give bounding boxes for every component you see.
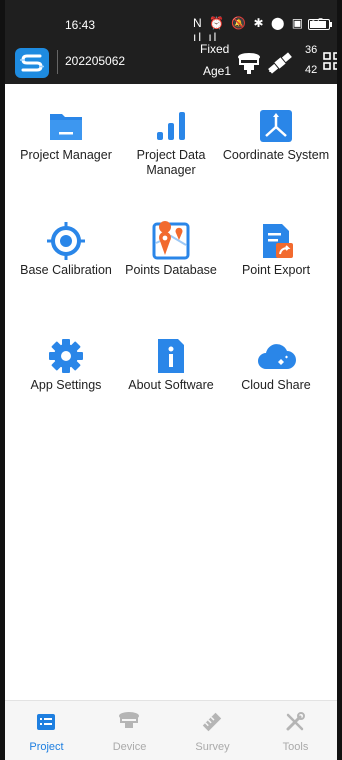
module-label: About Software <box>128 378 214 392</box>
grid-menu-icon[interactable] <box>323 52 337 70</box>
module-points-database[interactable]: Points Database <box>116 199 226 299</box>
tab-label: Survey <box>195 741 230 753</box>
age-label: Age1 <box>203 64 232 78</box>
module-label: Project Manager <box>20 148 112 162</box>
tab-project[interactable]: Project <box>5 701 88 760</box>
tab-survey[interactable]: Survey <box>171 701 254 760</box>
gear-icon <box>49 339 83 373</box>
receiver-icon[interactable] <box>237 52 261 74</box>
list-icon <box>37 714 55 730</box>
module-label: Points Database <box>125 263 217 277</box>
module-label: App Settings <box>30 378 102 392</box>
receiver-icon <box>119 712 139 728</box>
module-base-calibration[interactable]: Base Calibration <box>11 199 121 299</box>
tab-label: Device <box>112 741 147 753</box>
tab-device[interactable]: Device <box>88 701 171 760</box>
module-label: Point Export <box>241 263 311 277</box>
tab-label: Tools <box>282 741 309 753</box>
battery-icon <box>308 19 332 30</box>
module-coordinate-system[interactable]: Coordinate System <box>221 84 331 184</box>
module-project-data-manager[interactable]: Project Data Manager <box>116 84 226 184</box>
map-pin-icon <box>152 221 190 260</box>
device-id[interactable]: 202205062 <box>65 54 125 68</box>
module-app-settings[interactable]: App Settings <box>11 314 121 414</box>
header-divider <box>57 50 58 74</box>
folder-icon <box>50 114 82 140</box>
module-label: Project Data Manager <box>136 148 206 177</box>
ruler-icon <box>202 712 222 732</box>
satellite-count: 36 <box>305 44 318 56</box>
module-label: Base Calibration <box>20 263 112 277</box>
module-label: Cloud Share <box>241 378 311 392</box>
app-logo[interactable] <box>15 48 49 78</box>
bar-chart-icon <box>157 112 185 140</box>
module-project-manager[interactable]: Project Manager <box>11 84 121 184</box>
module-grid: Project Manager Project Data Manager Coo… <box>5 84 337 700</box>
tab-tools[interactable]: Tools <box>254 701 337 760</box>
header-area: 16:43 N ⏰ 🔕 ✱ ⬤ ▣ ⁴ᴳ ıl ıl 202205062 Fix… <box>5 0 337 84</box>
age-value: 42 <box>305 64 318 76</box>
module-cloud-share[interactable]: Cloud Share <box>221 314 331 414</box>
logo-s-icon <box>20 54 44 72</box>
cloud-icon <box>258 344 296 369</box>
module-label: Coordinate System <box>222 148 330 162</box>
info-icon <box>158 339 184 373</box>
satellite-icon[interactable] <box>267 50 293 76</box>
tools-icon <box>286 712 305 731</box>
bottom-nav: Project Device Survey Tools <box>5 700 337 760</box>
app-screen: 16:43 N ⏰ 🔕 ✱ ⬤ ▣ ⁴ᴳ ıl ıl 202205062 Fix… <box>5 0 337 760</box>
module-point-export[interactable]: Point Export <box>221 199 331 299</box>
module-about-software[interactable]: About Software <box>116 314 226 414</box>
coordinate-axes-icon <box>260 110 292 142</box>
document-export-icon <box>263 224 293 258</box>
status-time: 16:43 <box>65 18 96 32</box>
tab-label: Project <box>29 741 64 753</box>
crosshair-icon <box>47 222 85 260</box>
fix-status: Fixed <box>200 42 230 56</box>
